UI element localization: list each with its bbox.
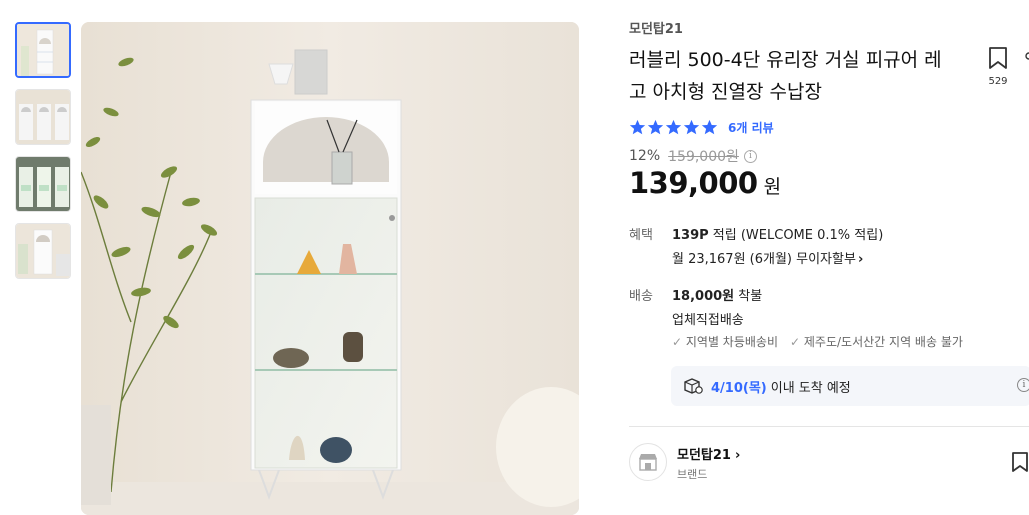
store-name: 모던탑21 bbox=[677, 448, 731, 463]
discount-rate: 12% bbox=[629, 148, 661, 164]
shipping-notes: 지역별 차등배송비 제주도/도서산간 지역 배송 불가 bbox=[672, 333, 963, 350]
rating-row[interactable]: 6개 리뷰 bbox=[629, 119, 774, 136]
share-icon[interactable] bbox=[1023, 52, 1029, 66]
shipping-fee: 18,000원 착불 bbox=[672, 285, 762, 304]
star-icon bbox=[647, 119, 664, 135]
price-unit: 원 bbox=[763, 176, 782, 198]
store-avatar[interactable] bbox=[629, 443, 667, 481]
product-info: 모던탑21 러블리 500-4단 유리장 거실 피규어 레고 아치형 진열장 수… bbox=[629, 0, 1029, 515]
discount-row: 12% 159,000원 i bbox=[629, 146, 757, 166]
info-icon[interactable]: i bbox=[1017, 378, 1029, 392]
shipping-note: 제주도/도서산간 지역 배송 불가 bbox=[790, 333, 963, 350]
benefit-label: 혜택 bbox=[629, 228, 653, 243]
bookmark-button[interactable]: 529 bbox=[984, 46, 1012, 87]
store-bookmark-icon[interactable] bbox=[1011, 452, 1029, 472]
shipping-fee-amount: 18,000원 bbox=[672, 289, 735, 304]
thumbnail-1[interactable] bbox=[15, 22, 71, 78]
thumbnail-4[interactable] bbox=[15, 223, 71, 279]
bookmark-icon bbox=[989, 47, 1007, 69]
review-count-link[interactable]: 6개 리뷰 bbox=[728, 119, 774, 136]
shipping-method: 업체직접배송 bbox=[672, 313, 744, 328]
arrival-date: 4/10(목) bbox=[711, 380, 767, 396]
benefit-points: 139P 적립 (WELCOME 0.1% 적립) bbox=[672, 224, 883, 243]
store-name-link[interactable]: 모던탑21 › bbox=[677, 444, 740, 463]
chevron-right-icon: › bbox=[857, 252, 864, 267]
installment-link[interactable]: 월 23,167원 (6개월) 무이자할부 › bbox=[672, 248, 863, 267]
arrival-text: 이내 도착 예정 bbox=[770, 380, 851, 396]
points-amount: 139P bbox=[672, 228, 709, 243]
star-icon bbox=[665, 119, 682, 135]
thumbnail-2[interactable] bbox=[15, 89, 71, 145]
shipping-label: 배송 bbox=[629, 289, 653, 304]
installment-text: 월 23,167원 (6개월) 무이자할부 bbox=[672, 252, 856, 267]
delivery-box-icon bbox=[684, 378, 703, 394]
info-icon[interactable]: i bbox=[743, 149, 757, 163]
rating-stars bbox=[629, 119, 718, 136]
original-price: 159,000원 bbox=[668, 149, 739, 165]
store-icon bbox=[639, 454, 657, 471]
star-icon bbox=[629, 119, 646, 135]
product-title: 러블리 500-4단 유리장 거실 피규어 레고 아치형 진열장 수납장 bbox=[629, 49, 942, 103]
points-detail: 적립 (WELCOME 0.1% 적립) bbox=[708, 228, 884, 243]
shipping-note: 지역별 차등배송비 bbox=[672, 333, 778, 350]
price-row: 139,000 원 bbox=[629, 166, 781, 200]
brand-link[interactable]: 모던탑21 bbox=[629, 18, 683, 37]
delivery-estimate: 4/10(목) 이내 도착 예정 i bbox=[671, 366, 1029, 406]
thumbnail-list bbox=[15, 22, 71, 290]
shipping-fee-detail: 착불 bbox=[734, 289, 763, 304]
bookmark-count: 529 bbox=[988, 76, 1008, 87]
thumbnail-3[interactable] bbox=[15, 156, 71, 212]
sale-price: 139,000 bbox=[629, 166, 758, 200]
store-type: 브랜드 bbox=[677, 468, 708, 481]
divider bbox=[629, 426, 1029, 427]
star-icon bbox=[683, 119, 700, 135]
star-icon bbox=[701, 119, 718, 135]
chevron-right-icon: › bbox=[734, 448, 741, 463]
main-product-image[interactable] bbox=[81, 22, 579, 515]
